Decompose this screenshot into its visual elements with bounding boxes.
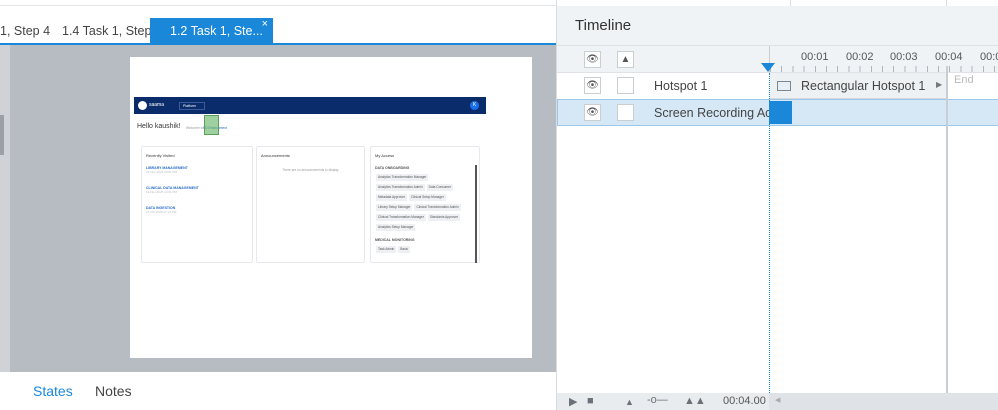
- avatar: K: [470, 101, 479, 110]
- recent-item: DATA INGESTION 27-Oct-2025 07:14 PM: [146, 206, 248, 214]
- playhead-line: [769, 73, 770, 393]
- role-chip: Clinical Transformation Manager: [376, 214, 426, 221]
- clip-label: Rectangular Hotspot 1: [801, 79, 926, 93]
- ruler[interactable]: 00:01 00:02 00:03 00:04 00:05: [769, 46, 998, 73]
- end-label: End: [954, 74, 974, 86]
- timeline-header: Timeline: [557, 6, 998, 46]
- duration-readout: 00:04.00: [723, 395, 766, 407]
- role-chip: Library Setup Manager: [376, 204, 413, 211]
- zoom-out-icon[interactable]: ▲: [625, 397, 634, 407]
- eye-icon[interactable]: 👁: [584, 77, 601, 94]
- row-label: Hotspot 1: [654, 79, 708, 93]
- group-name: MEDICAL MONITORING: [375, 238, 415, 242]
- bottom-tabs: States Notes: [0, 372, 556, 410]
- timeline-title: Timeline: [575, 17, 632, 34]
- platform-select: Platform: [179, 102, 206, 110]
- app-navbar: saama Platform K: [134, 97, 486, 114]
- editor-panel: 1, Step 4 1.4 Task 1, Step 2 1.2 Task 1,…: [0, 0, 556, 410]
- timeline-row-screen-recording[interactable]: 👁 Screen Recording Ac...: [557, 99, 998, 126]
- my-access-card: My Access DATA ONBOARDING Analytics Tran…: [370, 146, 480, 263]
- timeline-column-header: 👁 ▲ 00:01 00:02 00:03 00:04 00:05: [557, 46, 998, 73]
- tab-1-2-active[interactable]: 1.2 Task 1, Ste... ×: [150, 18, 273, 43]
- greeting: Hello kaushik!: [137, 123, 181, 130]
- role-chip: Clinical Transformation Admin: [414, 204, 461, 211]
- scrollbar: [475, 165, 477, 263]
- role-chip: Analytics Transformation Admin: [376, 184, 425, 191]
- lock-icon[interactable]: ▲: [617, 51, 634, 68]
- tick-label: 00:03: [890, 51, 918, 63]
- scroll-left-icon[interactable]: ◀: [775, 396, 780, 404]
- end-marker-line[interactable]: [946, 66, 948, 393]
- play-icon[interactable]: ▶: [569, 395, 577, 408]
- timeline-panel: Timeline 👁 ▲ 00:01 00:02 00:03 00:04 00:…: [556, 0, 998, 410]
- timeline-controls: ▶ ■ ▲ -o— ▲▲ 00:04.00 ◀: [557, 393, 998, 410]
- recent-time: 19-Nov-2025 04:51 PM: [146, 170, 178, 174]
- role-chip: Basic: [398, 246, 411, 253]
- tick-label: 00:05: [980, 51, 998, 63]
- zoom-slider[interactable]: -o—: [647, 394, 668, 406]
- ruler-ticks: [770, 66, 998, 72]
- role-chips: Analytics Transformation Manager Analytic…: [371, 172, 473, 232]
- tab-step-4[interactable]: 1, Step 4: [0, 18, 50, 43]
- tab-label: 1.2 Task 1, Ste...: [170, 24, 263, 38]
- recently-visited-card: Recently Visited LIBRARY MANAGEMENT 19-No…: [141, 146, 253, 263]
- tab-label: 1.4 Task 1, Step 2: [62, 24, 162, 38]
- card-title: Recently Visited: [146, 153, 175, 158]
- logo-icon: [138, 101, 147, 110]
- lock-toggle[interactable]: [617, 77, 634, 94]
- announcements-card: Announcements There are no announcements…: [256, 146, 365, 263]
- slide-tab-bar: 1, Step 4 1.4 Task 1, Step 2 1.2 Task 1,…: [0, 18, 556, 45]
- hotspot-clip[interactable]: Rectangular Hotspot 1 ▶: [769, 73, 947, 99]
- role-chip: Metadata Approver: [376, 194, 407, 201]
- slide-canvas: saama Platform K Hello kaushik! Welcome …: [0, 45, 556, 372]
- eye-icon[interactable]: 👁: [584, 104, 601, 121]
- recent-time: 19-Nov-2025 12:41 PM: [146, 190, 178, 194]
- role-chip: Standards Approver: [427, 214, 461, 221]
- recent-item: CLINICAL DATA MANAGEMENT 19-Nov-2025 12:4…: [146, 186, 248, 194]
- canvas-left-strip: [0, 45, 10, 372]
- role-chip: Analytics Transformation Manager: [376, 174, 429, 181]
- expand-arrow-icon[interactable]: ▶: [936, 80, 942, 89]
- row-label: Screen Recording Ac...: [654, 106, 782, 120]
- recent-item: LIBRARY MANAGEMENT 19-Nov-2025 04:51 PM: [146, 166, 248, 174]
- close-icon[interactable]: ×: [262, 11, 268, 37]
- brand-name: saama: [149, 102, 165, 108]
- role-chip: Task Admin: [376, 246, 397, 253]
- zoom-in-icon[interactable]: ▲▲: [684, 395, 706, 407]
- tick-label: 00:04: [935, 51, 963, 63]
- playhead-icon[interactable]: [761, 63, 775, 72]
- rectangle-icon: [777, 81, 791, 91]
- role-chip: Clinical Setup Manager: [408, 194, 446, 201]
- role-chip: Data Consumer: [426, 184, 453, 191]
- tab-1-4[interactable]: 1.4 Task 1, Step 2: [62, 18, 162, 43]
- tab-notes[interactable]: Notes: [95, 383, 132, 399]
- recent-time: 27-Oct-2025 07:14 PM: [146, 210, 177, 214]
- horizontal-scrollbar[interactable]: ◀: [769, 393, 998, 410]
- tick-label: 00:02: [846, 51, 874, 63]
- timeline-row-hotspot[interactable]: 👁 Hotspot 1 Rectangular Hotspot 1 ▶ End: [557, 73, 998, 99]
- stop-icon[interactable]: ■: [587, 395, 594, 407]
- recording-clip[interactable]: [769, 101, 792, 124]
- group-name: DATA ONBOARDING: [375, 166, 410, 170]
- role-chip: Analytics Setup Manager: [376, 224, 416, 231]
- card-title: Announcements: [261, 153, 290, 158]
- role-chips: Task Admin Basic: [371, 244, 479, 254]
- tick-label: 00:01: [801, 51, 829, 63]
- tab-states[interactable]: States: [33, 383, 73, 399]
- tab-label: 1, Step 4: [0, 24, 51, 38]
- empty-message: There are no announcements to display: [282, 168, 339, 172]
- lock-toggle[interactable]: [617, 104, 634, 121]
- card-title: My Access: [375, 153, 395, 158]
- eye-icon[interactable]: 👁: [584, 51, 601, 68]
- slide[interactable]: saama Platform K Hello kaushik! Welcome …: [130, 57, 532, 358]
- welcome-text: Welcome to: [186, 126, 204, 130]
- scrollbar[interactable]: [0, 115, 4, 155]
- hotspot-highlight[interactable]: [204, 115, 219, 135]
- recorded-screenshot: saama Platform K Hello kaushik! Welcome …: [134, 97, 486, 263]
